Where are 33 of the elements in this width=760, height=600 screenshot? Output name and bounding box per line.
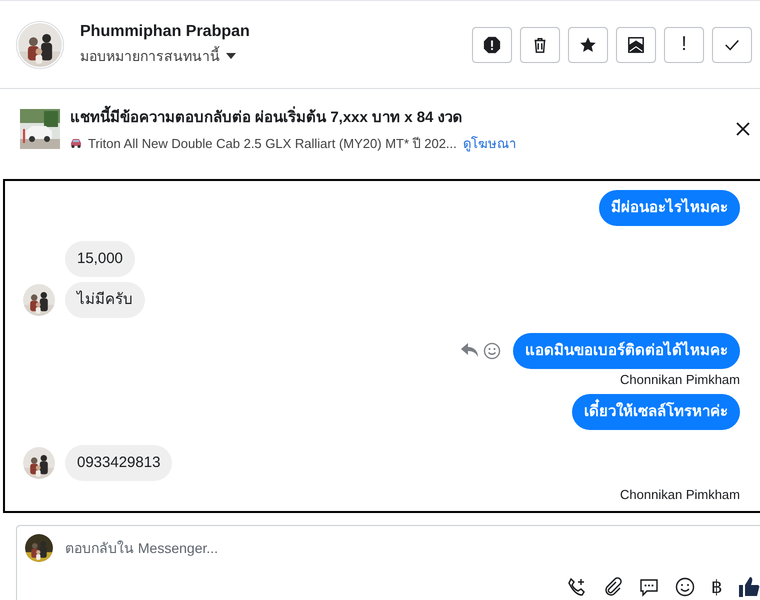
spam-icon: [483, 36, 501, 54]
car-icon: [70, 138, 82, 148]
envelope-button[interactable]: [616, 26, 656, 62]
message-bubble: ไม่มีครับ: [65, 282, 145, 318]
caret-icon[interactable]: [226, 52, 236, 58]
chat-bubble-icon[interactable]: [639, 577, 659, 597]
reply-icon[interactable]: [461, 342, 479, 358]
like-icon[interactable]: [738, 576, 760, 598]
spam-button[interactable]: [472, 26, 512, 62]
message-bubble: แอดมินขอเบอร์ติดต่อได้ไหมคะ: [513, 333, 740, 369]
message-bubble: 15,000: [65, 241, 135, 277]
message-bubble: เดี๋ยวให้เซลล์โทรหาค่ะ: [572, 394, 740, 430]
checkmark-button[interactable]: [712, 26, 752, 62]
phone-plus-icon[interactable]: [567, 577, 587, 597]
paperclip-icon[interactable]: [603, 577, 623, 597]
ad-subtitle: Triton All New Double Cab 2.5 GLX Ralliart (MY20) MT* ปี 202...: [88, 134, 457, 153]
contact-name: Phummiphan Prabpan: [80, 22, 251, 40]
star-icon: [579, 36, 597, 54]
message-bubble: 0933429813: [65, 445, 172, 481]
emoji-icon[interactable]: [675, 577, 695, 597]
view-ad-link[interactable]: ดูโฆษณา: [462, 132, 516, 154]
close-button[interactable]: [734, 120, 752, 138]
sender-name: Chonnikan Pimkham: [620, 372, 740, 387]
sender-name: Chonnikan Pimkham: [620, 487, 740, 502]
baht-button[interactable]: ฿: [711, 576, 722, 598]
assign-label[interactable]: มอบหมายการสนทนานี้: [80, 44, 220, 66]
important-button[interactable]: !: [664, 26, 704, 62]
message-bubble: มีผ่อนอะไรไหมคะ: [599, 190, 740, 226]
ad-title: แชทนี้มีข้อความตอบกลับต่อ ผ่อนเริ่มต้น 7,xxx บาท x 84 งวด: [70, 104, 724, 128]
reply-box[interactable]: ตอบกลับใน Messenger... ฿: [16, 525, 760, 600]
envelope-icon: [627, 36, 645, 54]
star-button[interactable]: [568, 26, 608, 62]
delete-button[interactable]: [520, 26, 560, 62]
